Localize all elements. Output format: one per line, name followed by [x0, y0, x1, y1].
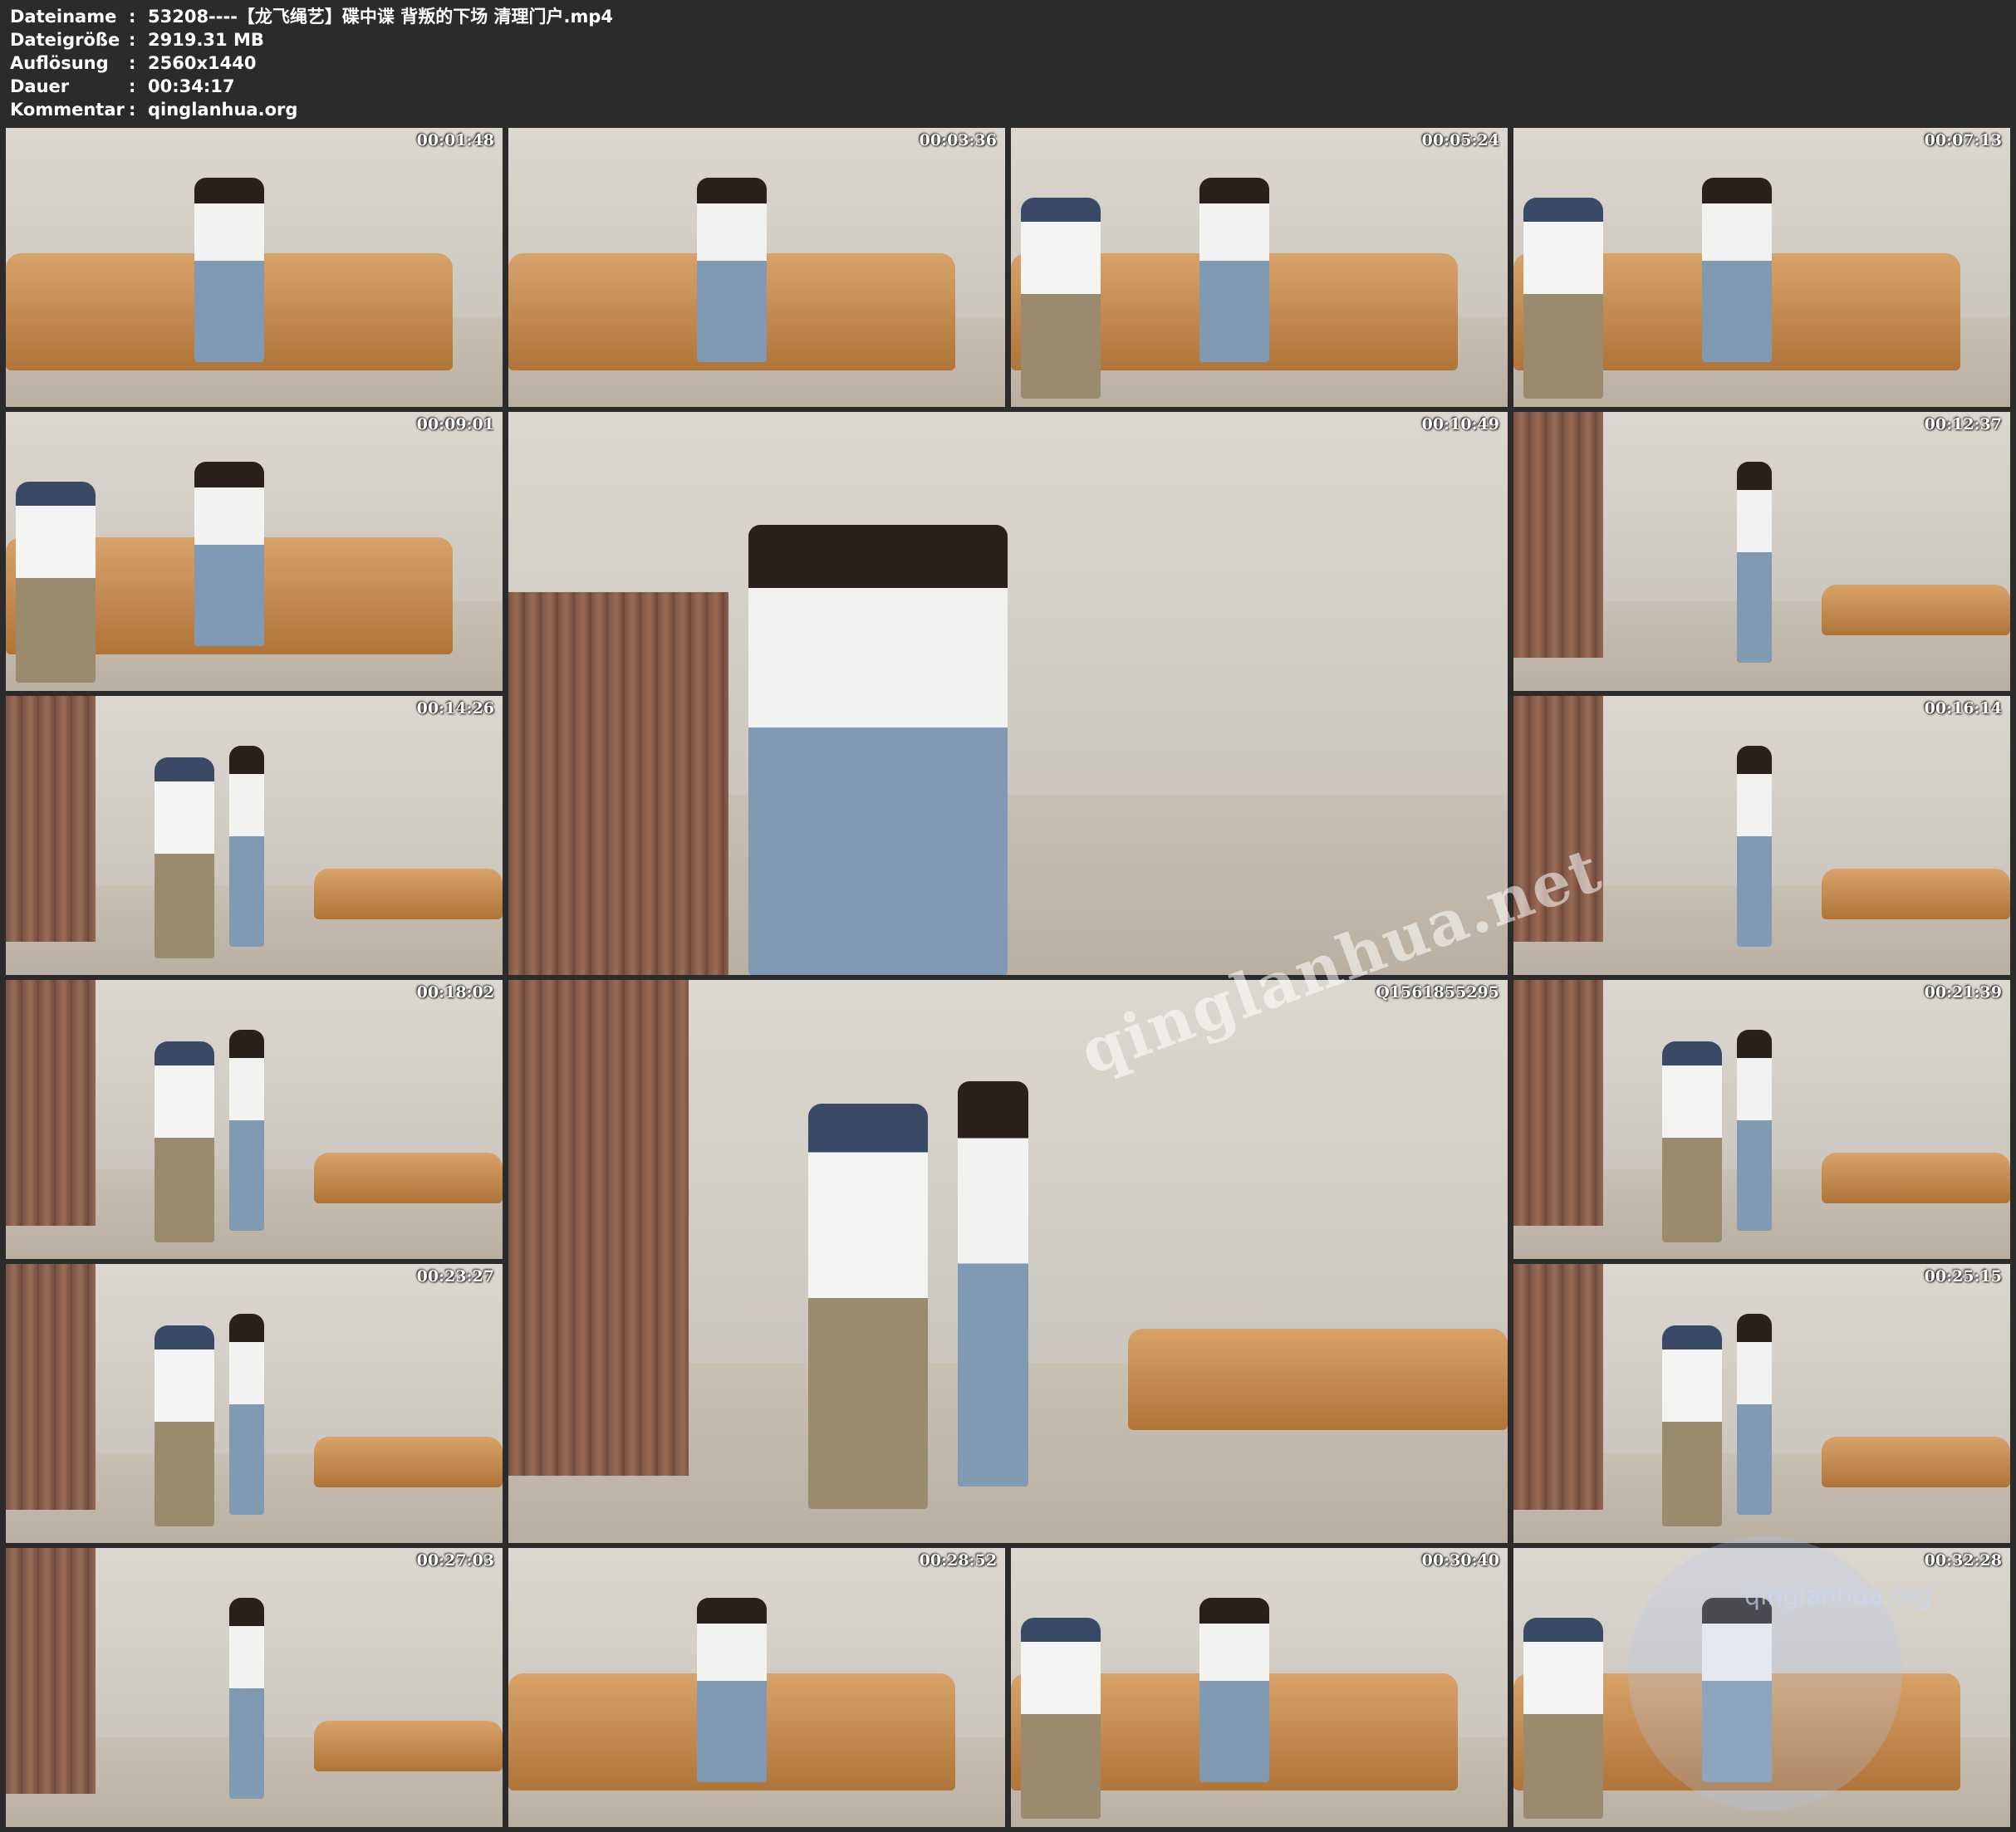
thumbnail-timestamp: Q1561855295 [1376, 983, 1499, 1002]
video-thumbnail: 00:01:48 [6, 128, 503, 407]
thumbnail-figure-2 [155, 1041, 215, 1242]
thumbnail-figure [1737, 1030, 1772, 1232]
thumbnail-curtain [1513, 980, 1603, 1226]
filesize-value: 2919.31 MB [148, 30, 264, 50]
logo-watermark-text: qinglanhua.org [1744, 1582, 1933, 1611]
thumbnail-timestamp: 00:07:13 [1924, 131, 2002, 149]
thumbnail-curtain [508, 980, 689, 1476]
video-thumbnail: 00:23:27 [6, 1264, 503, 1543]
comment-label: Kommentar [10, 100, 125, 120]
thumbnail-timestamp: 00:21:39 [1924, 983, 2002, 1002]
thumbnail-figure [1737, 462, 1772, 664]
file-info-header: Dateiname : 53208----【龙飞绳艺】碟中谍 背叛的下场 清理门… [10, 5, 2004, 121]
thumbnail-sofa [313, 869, 503, 919]
thumbnail-timestamp: 00:27:03 [416, 1551, 494, 1570]
thumbnail-figure-2 [807, 1104, 929, 1510]
video-thumbnail: 00:12:37 [1513, 412, 2010, 691]
thumbnail-sofa [1821, 585, 2010, 635]
thumbnail-timestamp: 00:01:48 [416, 131, 494, 149]
thumbnail-timestamp: 00:25:15 [1924, 1267, 2002, 1286]
thumbnail-curtain [1513, 1264, 1603, 1510]
filename-label: Dateiname [10, 7, 117, 27]
video-thumbnail: 00:07:13 [1513, 128, 2010, 407]
comment-value: qinglanhua.org [148, 100, 298, 120]
thumbnail-curtain [6, 696, 96, 942]
thumbnail-figure [1199, 178, 1269, 363]
duration-value: 00:34:17 [148, 76, 235, 96]
thumbnail-sofa [313, 1437, 503, 1487]
thumbnail-figure-2 [1020, 198, 1101, 399]
separator: : [129, 76, 136, 96]
thumbnail-timestamp: 00:14:26 [416, 699, 494, 718]
thumbnail-sofa [1821, 1153, 2010, 1203]
thumbnail-curtain [6, 1264, 96, 1510]
thumbnail-figure [194, 178, 264, 363]
separator: : [129, 7, 136, 27]
thumbnail-sofa [313, 1153, 503, 1203]
thumbnail-timestamp: 00:09:01 [416, 415, 494, 434]
thumbnail-curtain [6, 1548, 96, 1794]
logo-watermark [1628, 1536, 1902, 1810]
resolution-value: 2560x1440 [148, 53, 257, 73]
thumbnail-figure-2 [15, 482, 96, 683]
thumbnail-timestamp: 00:28:52 [919, 1551, 997, 1570]
thumbnail-timestamp: 00:12:37 [1924, 415, 2002, 434]
video-thumbnail: 00:05:24 [1011, 128, 1508, 407]
thumbnail-sofa [313, 1721, 503, 1771]
thumbnail-figure-2 [155, 757, 215, 958]
thumbnail-figure [697, 178, 767, 363]
video-thumbnail: 00:27:03 [6, 1548, 503, 1827]
thumbnail-figure [697, 1598, 767, 1783]
separator: : [129, 100, 136, 120]
video-thumbnail: 00:09:01 [6, 412, 503, 691]
video-thumbnail: 00:10:49 [508, 412, 1508, 975]
thumbnail-sofa [1127, 1329, 1508, 1431]
thumbnail-curtain [508, 591, 728, 975]
thumbnail-timestamp: 00:32:28 [1924, 1551, 2002, 1570]
video-thumbnail: 00:03:36 [508, 128, 1005, 407]
thumbnail-timestamp: 00:10:49 [1421, 415, 1499, 434]
thumbnail-figure [229, 1598, 264, 1800]
thumbnail-timestamp: 00:16:14 [1924, 699, 2002, 718]
video-thumbnail: 00:14:26 [6, 696, 503, 975]
video-thumbnail: 00:18:02 [6, 980, 503, 1259]
thumbnail-curtain [1513, 412, 1603, 658]
thumbnail-sofa [1821, 1437, 2010, 1487]
thumbnail-figure-2 [155, 1325, 215, 1526]
resolution-label: Auflösung [10, 53, 109, 73]
thumbnail-figure [1702, 178, 1772, 363]
thumbnail-figure [748, 524, 1008, 975]
thumbnail-figure [229, 746, 264, 948]
video-thumbnail: 00:21:39 [1513, 980, 2010, 1259]
filesize-label: Dateigröße [10, 30, 120, 50]
thumbnail-figure [958, 1081, 1028, 1487]
duration-label: Dauer [10, 76, 70, 96]
video-thumbnail: 00:28:52 [508, 1548, 1005, 1827]
video-thumbnail: Q1561855295 [508, 980, 1508, 1543]
video-thumbnail: 00:16:14 [1513, 696, 2010, 975]
filename-value: 53208----【龙飞绳艺】碟中谍 背叛的下场 清理门户.mp4 [148, 7, 614, 27]
thumbnail-timestamp: 00:23:27 [416, 1267, 494, 1286]
thumbnail-figure-2 [1020, 1618, 1101, 1819]
separator: : [129, 30, 136, 50]
thumbnail-figure-2 [1662, 1041, 1723, 1242]
thumbnail-figure [229, 1030, 264, 1232]
video-thumbnail: 00:25:15 [1513, 1264, 2010, 1543]
thumbnail-figure-2 [1523, 198, 1603, 399]
thumbnail-timestamp: 00:05:24 [1421, 131, 1499, 149]
separator: : [129, 53, 136, 73]
thumbnail-figure [229, 1314, 264, 1516]
video-thumbnail: 00:30:40 [1011, 1548, 1508, 1827]
thumbnail-timestamp: 00:18:02 [416, 983, 494, 1002]
thumbnail-figure [1737, 746, 1772, 948]
thumbnail-timestamp: 00:03:36 [919, 131, 997, 149]
thumbnail-sofa [1821, 869, 2010, 919]
thumbnail-figure [1199, 1598, 1269, 1783]
thumbnail-figure [194, 462, 264, 647]
thumbnail-figure-2 [1662, 1325, 1723, 1526]
thumbnail-figure-2 [1523, 1618, 1603, 1819]
thumbnail-figure [1737, 1314, 1772, 1516]
thumbnail-curtain [6, 980, 96, 1226]
thumbnail-timestamp: 00:30:40 [1421, 1551, 1499, 1570]
